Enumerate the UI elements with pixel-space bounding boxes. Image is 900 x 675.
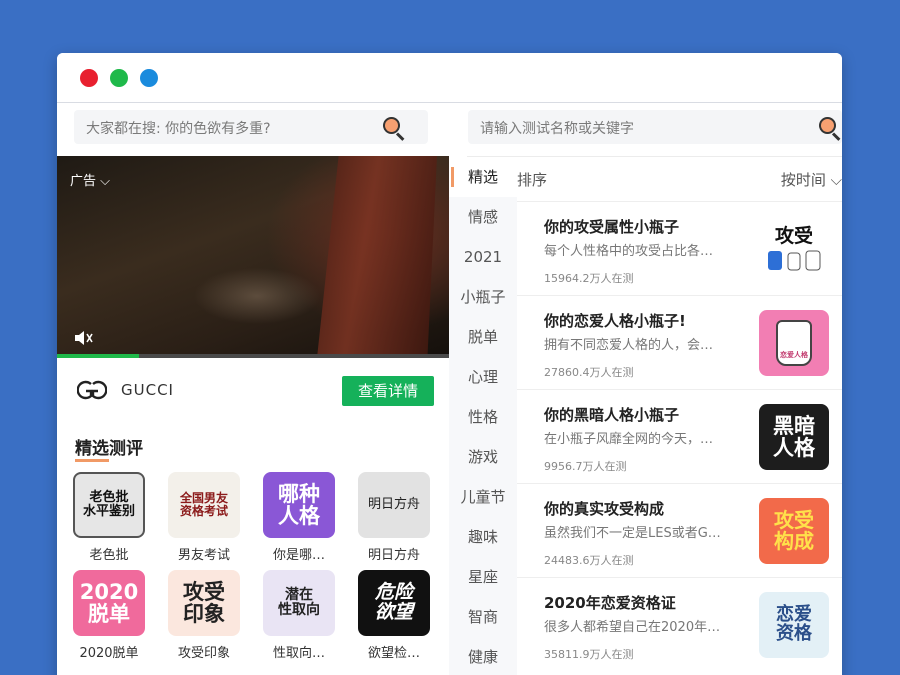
sort-by-time-dropdown[interactable]: 按时间 ⌵ — [781, 169, 842, 190]
hot-search-bar[interactable]: 大家都在搜: 你的色欲有多重? — [74, 110, 428, 144]
test-list-item[interactable]: 你的黑暗人格小瓶子 在小瓶子风靡全网的今天，… 9956.7万人在测 黑暗 人格 — [517, 389, 842, 483]
sort-label[interactable]: 排序 — [517, 169, 547, 190]
test-title: 你的攻受属性小瓶子 — [544, 218, 680, 236]
test-desc: 在小瓶子风靡全网的今天，… — [544, 432, 714, 447]
view-details-button[interactable]: 查看详情 — [342, 376, 434, 406]
section-underline — [75, 459, 109, 462]
tile-label: 老色批 — [89, 548, 129, 563]
tile-art: 老色批 水平鉴别 — [73, 472, 145, 538]
brand-name: GUCCI — [121, 381, 174, 399]
featured-tile[interactable]: 明日方舟 明日方舟 — [358, 472, 430, 563]
featured-tile[interactable]: 2020 脱单 2020脱单 — [73, 570, 145, 661]
featured-tile[interactable]: 全国男友 资格考试 男友考试 — [168, 472, 240, 563]
minimize-window-button[interactable] — [110, 69, 128, 87]
test-count: 35811.9万人在测 — [544, 648, 634, 661]
test-title: 2020年恋爱资格证 — [544, 594, 676, 612]
featured-tile[interactable]: 哪种 人格 你是哪… — [263, 472, 335, 563]
ad-label[interactable]: 广告 ⌵ — [70, 170, 110, 189]
test-list-item[interactable]: 2020年恋爱资格证 很多人都希望自己在2020年… 35811.9万人在测 恋… — [517, 577, 842, 671]
search-icon[interactable] — [819, 117, 841, 141]
tile-label: 你是哪… — [272, 548, 325, 563]
featured-tile[interactable]: 攻受 印象 攻受印象 — [168, 570, 240, 661]
test-desc: 每个人性格中的攻受占比各… — [544, 244, 714, 259]
test-count: 27860.4万人在测 — [544, 366, 634, 379]
tile-label: 男友考试 — [177, 548, 230, 563]
chevron-down-icon: ⌵ — [100, 174, 111, 189]
test-desc: 很多人都希望自己在2020年… — [544, 620, 721, 635]
tile-art: 攻受 印象 — [168, 570, 240, 636]
divider — [467, 156, 842, 157]
test-count: 9956.7万人在测 — [544, 460, 627, 473]
ad-brand-row: GUCCI 查看详情 — [57, 366, 449, 418]
mute-icon[interactable] — [73, 330, 93, 346]
test-desc: 虽然我们不一定是LES或者G… — [544, 526, 721, 541]
title-bar — [57, 53, 842, 103]
app-window: 大家都在搜: 你的色欲有多重? 广告 ⌵ GUCCI 查看详情 精选测评 老色批… — [57, 53, 842, 675]
tile-label: 2020脱单 — [79, 646, 139, 661]
featured-tile[interactable]: 老色批 水平鉴别 老色批 — [73, 472, 145, 563]
ad-video[interactable]: 广告 ⌵ — [57, 156, 449, 358]
test-count: 24483.6万人在测 — [544, 554, 634, 567]
test-thumbnail: 黑暗 人格 — [759, 404, 829, 470]
active-indicator — [451, 167, 454, 187]
gucci-logo-icon — [77, 380, 107, 400]
tile-art: 全国男友 资格考试 — [168, 472, 240, 538]
maximize-window-button[interactable] — [140, 69, 158, 87]
video-progress-bar[interactable] — [57, 354, 449, 358]
video-frame-detail — [317, 156, 437, 358]
hot-search-text[interactable]: 大家都在搜: 你的色欲有多重? — [86, 118, 271, 138]
test-thumbnail: 攻受 — [759, 216, 829, 282]
tile-art: 2020 脱单 — [73, 570, 145, 636]
test-list-item[interactable]: 你的真实攻受构成 虽然我们不一定是LES或者G… 24483.6万人在测 攻受构… — [517, 483, 842, 577]
test-title: 你的恋爱人格小瓶子! — [544, 312, 686, 330]
tile-label: 明日方舟 — [367, 548, 420, 563]
tile-label: 攻受印象 — [177, 646, 230, 661]
left-pane: 大家都在搜: 你的色欲有多重? 广告 ⌵ GUCCI 查看详情 精选测评 老色批… — [57, 104, 449, 675]
tile-label: 性取向… — [272, 646, 325, 661]
test-thumbnail: 攻受 构成 — [759, 498, 829, 564]
featured-tile[interactable]: 危险 欲望 欲望检… — [358, 570, 430, 661]
tile-art: 明日方舟 — [358, 472, 430, 538]
test-list-item[interactable]: 你的攻受属性小瓶子 每个人性格中的攻受占比各… 15964.2万人在测 攻受 — [517, 201, 842, 295]
test-search-bar[interactable]: 请输入测试名称或关键字 — [468, 110, 842, 144]
test-list-item[interactable]: 你的恋爱人格小瓶子! 拥有不同恋爱人格的人，会… 27860.4万人在测 恋爱人… — [517, 295, 842, 389]
tile-label: 欲望检… — [367, 646, 420, 661]
test-thumbnail: 恋爱人格 — [759, 310, 829, 376]
tile-art: 潜在 性取向 — [263, 570, 335, 636]
test-title: 你的黑暗人格小瓶子 — [544, 406, 680, 424]
close-window-button[interactable] — [80, 69, 98, 87]
featured-tile[interactable]: 潜在 性取向 性取向… — [263, 570, 335, 661]
bottle-icon: 恋爱人格 — [776, 320, 812, 366]
test-desc: 拥有不同恋爱人格的人，会… — [544, 338, 714, 353]
tile-art: 哪种 人格 — [263, 472, 335, 538]
test-count: 15964.2万人在测 — [544, 272, 634, 285]
chevron-down-icon: ⌵ — [830, 171, 842, 189]
test-title: 你的真实攻受构成 — [544, 500, 665, 518]
test-thumbnail: 恋爱 资格 — [759, 592, 829, 658]
tile-art: 危险 欲望 — [358, 570, 430, 636]
section-title: 精选测评 — [75, 439, 143, 459]
bottles-icon — [768, 250, 821, 271]
test-search-placeholder[interactable]: 请输入测试名称或关键字 — [480, 118, 634, 138]
search-icon[interactable] — [383, 117, 405, 141]
